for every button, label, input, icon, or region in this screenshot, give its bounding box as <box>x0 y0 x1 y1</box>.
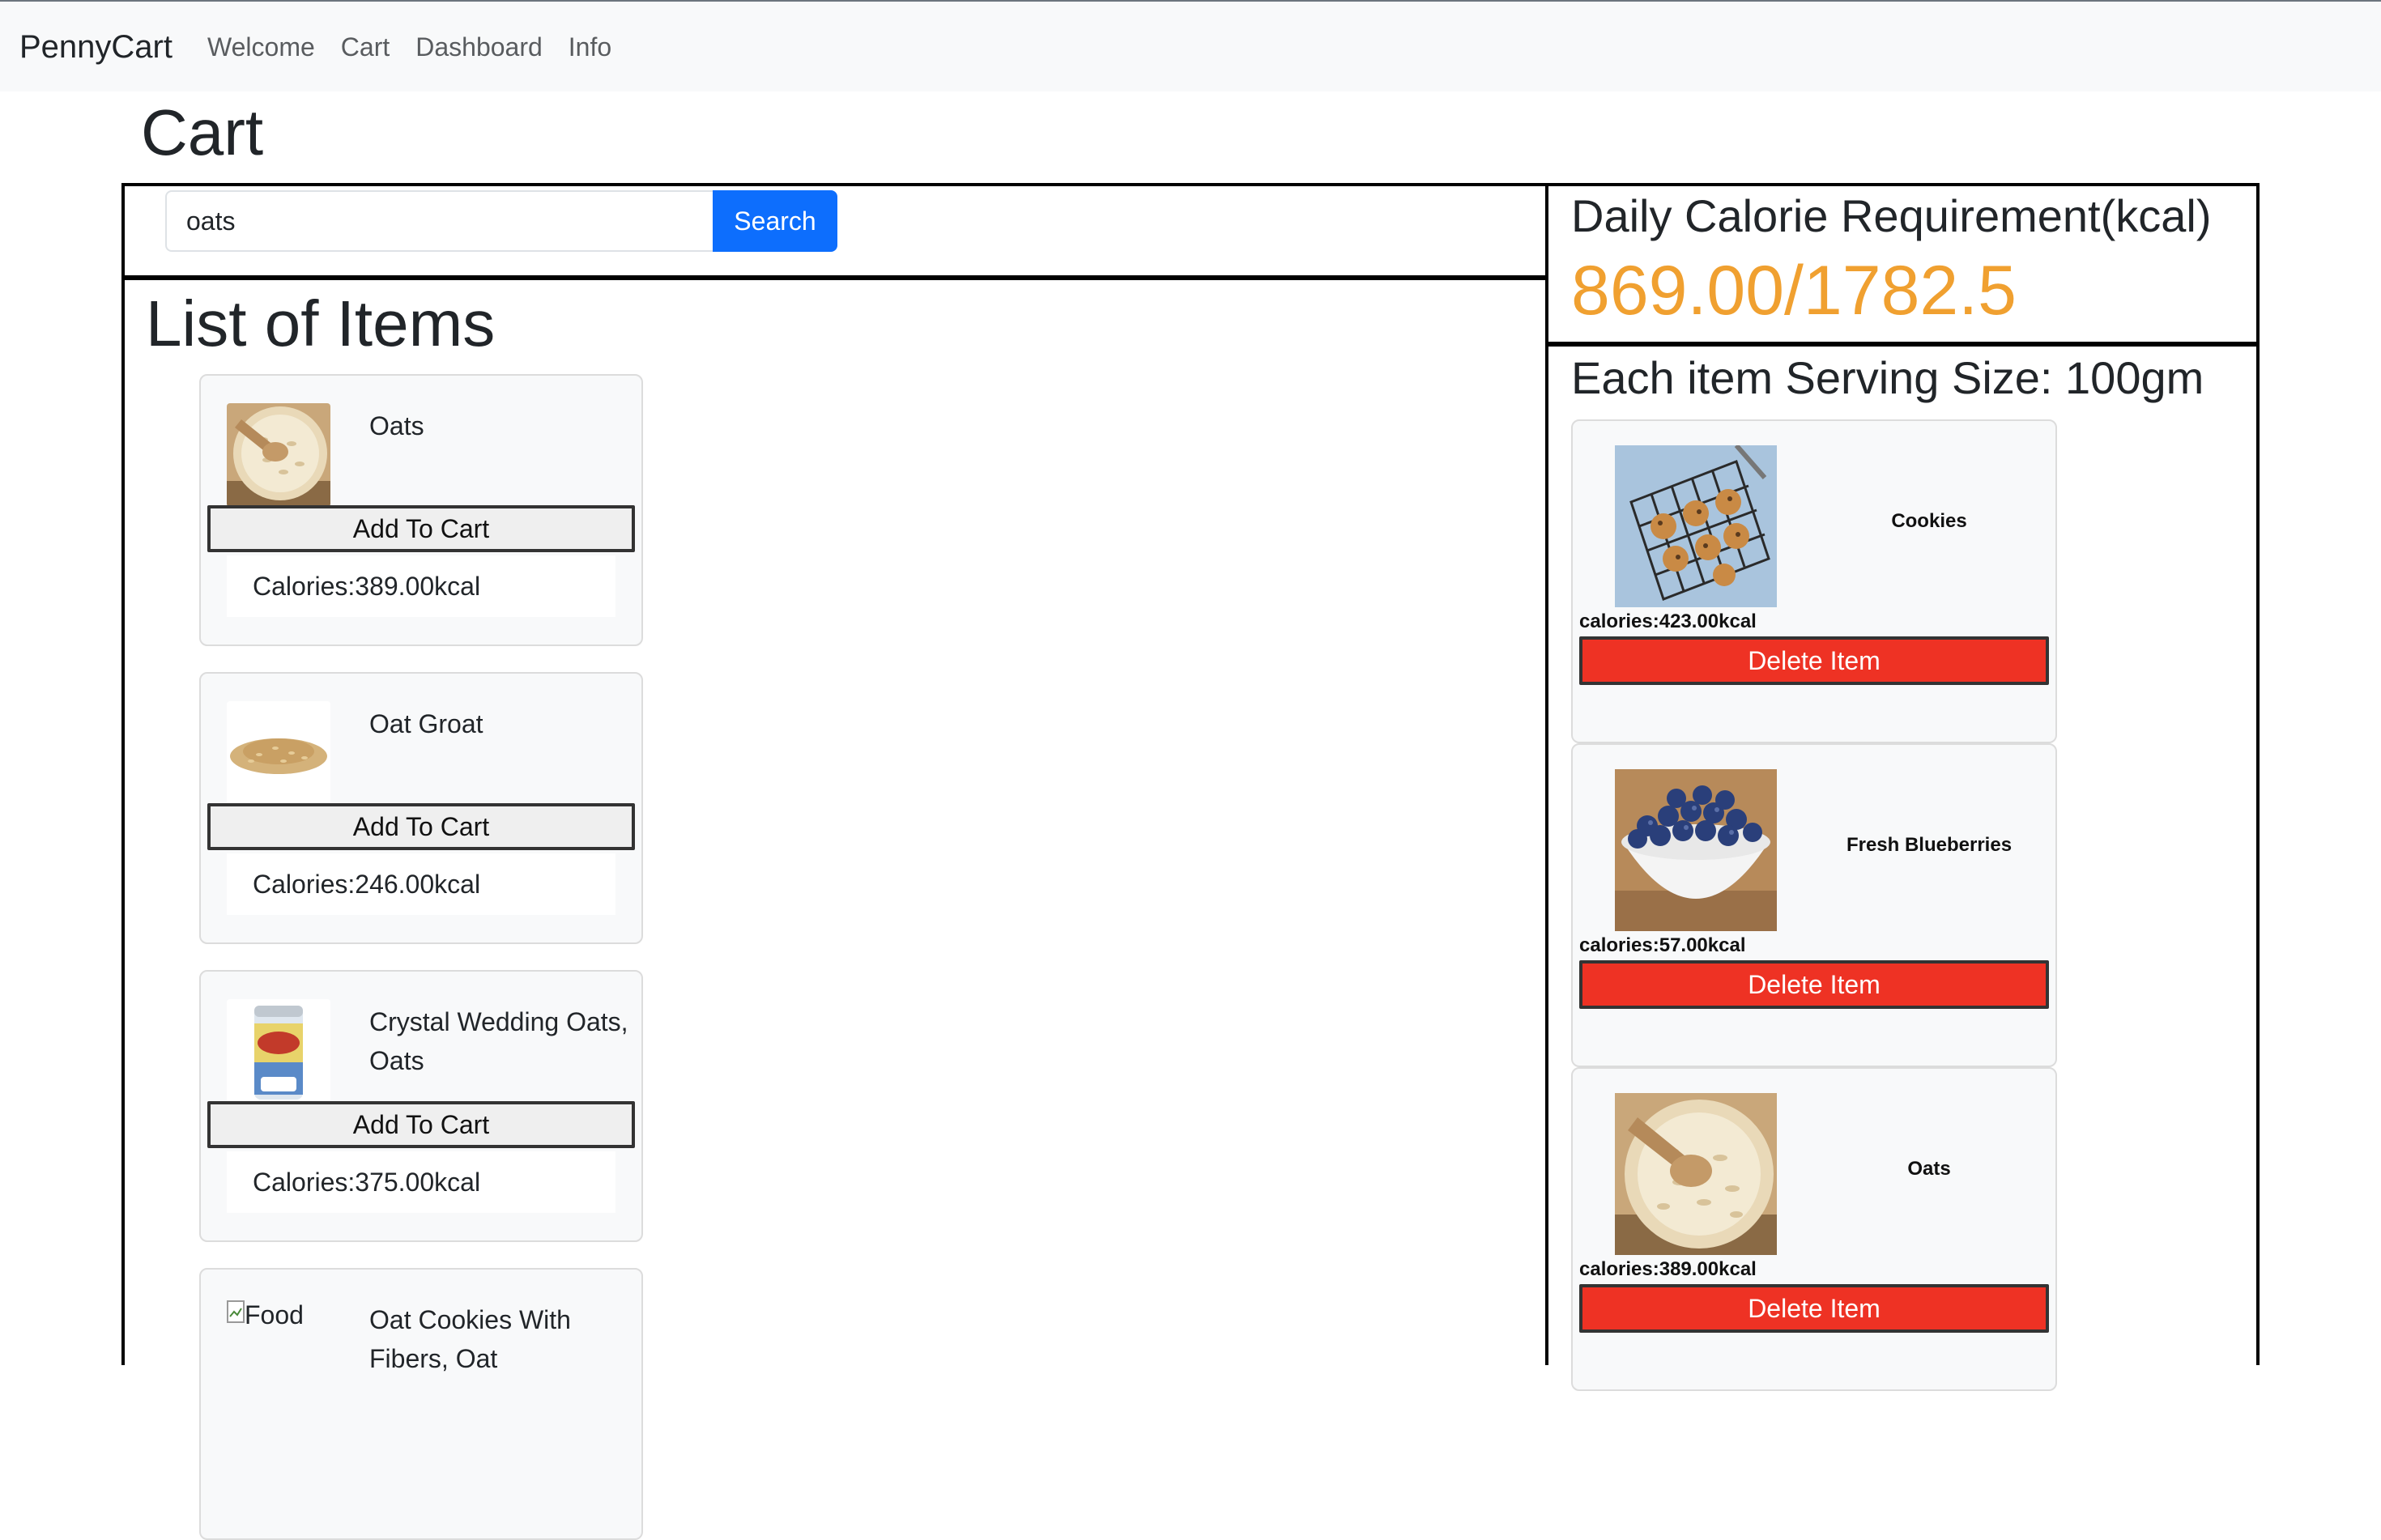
item-calories: Calories:389.00kcal <box>227 555 615 617</box>
item-name: Crystal Wedding Oats, Oats <box>369 1007 628 1075</box>
item-name: Oat Groat <box>369 709 483 738</box>
nav-link-dashboard[interactable]: Dashboard <box>415 32 543 62</box>
item-name: Oat Cookies With Fibers, Oat <box>369 1305 571 1373</box>
list-item: Oat Groat Add To Cart Calories:246.00kca… <box>199 672 643 944</box>
cart-item-name: Fresh Blueberries <box>1846 834 2013 856</box>
cart-item: Oats calories:389.00kcal Delete Item <box>1571 1067 2057 1391</box>
blueberries-image <box>1615 769 1777 931</box>
search-input[interactable] <box>165 190 713 252</box>
calorie-title: Daily Calorie Requirement(kcal) <box>1571 190 2212 241</box>
search-row: Search <box>125 186 1545 280</box>
delete-item-button[interactable]: Delete Item <box>1579 636 2049 685</box>
cookies-image <box>1615 445 1777 607</box>
add-to-cart-button[interactable]: Add To Cart <box>207 1101 635 1148</box>
item-search-panel: Search List of Items Oats Add To Cart Ca… <box>121 183 1548 1540</box>
oat-groat-image <box>227 701 330 805</box>
navbar: PennyCart Welcome Cart Dashboard Info <box>0 0 2381 91</box>
delete-item-button[interactable]: Delete Item <box>1579 1284 2049 1333</box>
cart-item: Fresh Blueberries calories:57.00kcal Del… <box>1571 743 2057 1067</box>
serving-title: Each item Serving Size: 100gm <box>1571 352 2204 403</box>
item-calories: Calories:375.00kcal <box>227 1151 615 1213</box>
nav-link-cart[interactable]: Cart <box>341 32 390 62</box>
cart-item-name: Oats <box>1907 1158 1951 1180</box>
item-name: Oats <box>369 411 424 440</box>
cart-item-name: Cookies <box>1891 510 1967 532</box>
broken-image-icon: Food <box>227 1300 304 1330</box>
nav-links: Welcome Cart Dashboard Info <box>207 32 611 62</box>
list-title: List of Items <box>146 287 496 359</box>
add-to-cart-button[interactable]: Add To Cart <box>207 803 635 850</box>
cart-panel: Daily Calorie Requirement(kcal) 869.00/1… <box>1545 183 2260 1391</box>
cart-item-calories: calories:423.00kcal <box>1579 610 1757 632</box>
brand-logo[interactable]: PennyCart <box>19 29 173 66</box>
page-title: Cart <box>141 96 264 168</box>
list-item: Food Oat Cookies With Fibers, Oat <box>199 1268 643 1540</box>
calorie-summary: Daily Calorie Requirement(kcal) 869.00/1… <box>1548 186 2256 347</box>
list-item: Crystal Wedding Oats, Oats Add To Cart C… <box>199 970 643 1242</box>
list-item: Oats Add To Cart Calories:389.00kcal <box>199 374 643 646</box>
add-to-cart-button[interactable]: Add To Cart <box>207 505 635 552</box>
cart-item-calories: calories:57.00kcal <box>1579 934 1746 956</box>
oats-canister-image <box>227 999 330 1103</box>
cart-item: Cookies calories:423.00kcal Delete Item <box>1571 419 2057 743</box>
oats-bowl-image <box>227 403 330 507</box>
oats-bowl-image <box>1615 1093 1777 1255</box>
nav-link-info[interactable]: Info <box>569 32 611 62</box>
nav-link-welcome[interactable]: Welcome <box>207 32 315 62</box>
delete-item-button[interactable]: Delete Item <box>1579 960 2049 1009</box>
cart-item-calories: calories:389.00kcal <box>1579 1258 1757 1280</box>
search-button[interactable]: Search <box>713 190 837 252</box>
calorie-value: 869.00/1782.5 <box>1571 252 2017 330</box>
item-calories: Calories:246.00kcal <box>227 853 615 915</box>
broken-image-alt: Food <box>245 1300 304 1329</box>
